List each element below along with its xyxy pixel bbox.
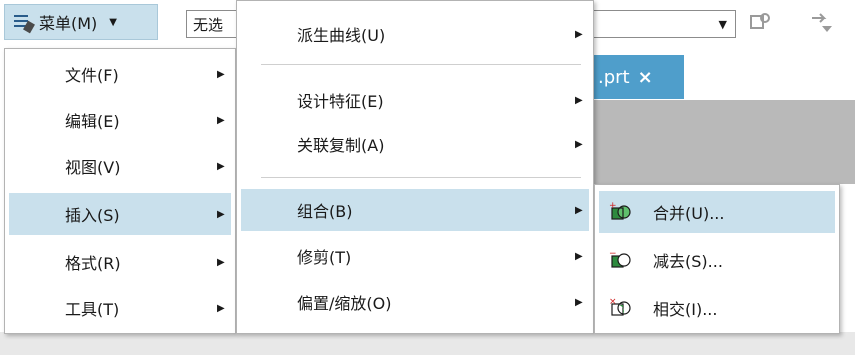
subtract-icon: −	[609, 249, 633, 273]
menu-item-label: 设计特征(E)	[297, 92, 384, 111]
submenu-arrow-icon: ▶	[217, 256, 225, 268]
menu-icon	[13, 12, 35, 34]
menu-item-file[interactable]: 文件(F) ▶	[9, 53, 231, 95]
submenu-arrow-icon: ▶	[217, 208, 225, 220]
menu-button-label: 菜单(M)	[39, 14, 98, 33]
svg-text:×: ×	[609, 297, 617, 307]
menu-item-offset-scale[interactable]: 偏置/缩放(O) ▶	[241, 281, 589, 323]
menu-item-unite[interactable]: + 合并(U)...	[599, 191, 835, 233]
menu-item-trim[interactable]: 修剪(T) ▶	[241, 235, 589, 277]
menu-item-label: 派生曲线(U)	[297, 26, 386, 45]
graphics-viewport[interactable]	[594, 100, 855, 184]
menu-item-insert[interactable]: 插入(S) ▶	[9, 193, 231, 235]
menu-item-derived-curve[interactable]: 派生曲线(U) ▶	[241, 13, 589, 55]
menu-item-label: 减去(S)...	[653, 252, 723, 271]
submenu-arrow-icon: ▶	[575, 94, 583, 106]
svg-text:−: −	[609, 249, 617, 259]
filter-arrow-icon[interactable]	[808, 10, 834, 34]
menu-separator	[261, 177, 581, 178]
menu-item-label: 插入(S)	[65, 206, 120, 225]
menu-item-format[interactable]: 格式(R) ▶	[9, 241, 231, 283]
selection-scope-dropdown[interactable]: ▼	[594, 10, 736, 38]
document-tab[interactable]: .prt ×	[594, 55, 684, 99]
menu-item-label: 编辑(E)	[65, 112, 120, 131]
submenu-arrow-icon: ▶	[575, 28, 583, 40]
document-tab-label: .prt	[598, 66, 630, 88]
svg-text:+: +	[609, 201, 617, 211]
submenu-arrow-icon: ▶	[575, 296, 583, 308]
submenu-arrow-icon: ▶	[217, 68, 225, 80]
menu-item-label: 相交(I)...	[653, 300, 718, 319]
menu-item-design-feature[interactable]: 设计特征(E) ▶	[241, 79, 589, 121]
menu-item-label: 合并(U)...	[653, 204, 725, 223]
submenu-arrow-icon: ▶	[217, 160, 225, 172]
menu-item-label: 偏置/缩放(O)	[297, 294, 392, 313]
menu-item-subtract[interactable]: − 减去(S)...	[599, 239, 835, 281]
menu-button[interactable]: 菜单(M) ▼	[4, 4, 158, 40]
intersect-icon: ×	[609, 297, 633, 321]
menu-item-label: 关联复制(A)	[297, 136, 385, 155]
submenu-arrow-icon: ▶	[575, 204, 583, 216]
insert-submenu: 派生曲线(U) ▶ 设计特征(E) ▶ 关联复制(A) ▶ 组合(B) ▶ 修剪…	[236, 0, 594, 334]
status-bar	[0, 332, 855, 355]
menu-item-label: 格式(R)	[65, 254, 121, 273]
caret-down-icon: ▼	[109, 16, 117, 28]
close-icon[interactable]: ×	[638, 67, 653, 88]
menu-item-intersect[interactable]: × 相交(I)...	[599, 287, 835, 329]
menu-item-combine[interactable]: 组合(B) ▶	[241, 189, 589, 231]
unite-icon: +	[609, 201, 633, 225]
submenu-arrow-icon: ▶	[217, 302, 225, 314]
menu-item-tools[interactable]: 工具(T) ▶	[9, 287, 231, 329]
submenu-arrow-icon: ▶	[575, 250, 583, 262]
selection-filter-value: 无选	[193, 16, 224, 34]
menu-item-label: 修剪(T)	[297, 248, 352, 267]
menu-item-label: 工具(T)	[65, 300, 120, 319]
menu-item-view[interactable]: 视图(V) ▶	[9, 145, 231, 187]
submenu-arrow-icon: ▶	[217, 114, 225, 126]
combine-submenu: + 合并(U)... − 减去(S)... × 相交(I)...	[594, 184, 840, 334]
menu-item-edit[interactable]: 编辑(E) ▶	[9, 99, 231, 141]
dropdown-arrow-icon: ▼	[718, 18, 727, 31]
submenu-arrow-icon: ▶	[575, 138, 583, 150]
menu-item-label: 视图(V)	[65, 158, 121, 177]
menu-item-associative-copy[interactable]: 关联复制(A) ▶	[241, 123, 589, 165]
menu-item-label: 组合(B)	[297, 202, 353, 221]
menu-item-label: 文件(F)	[65, 66, 119, 85]
main-menu: 文件(F) ▶ 编辑(E) ▶ 视图(V) ▶ 插入(S) ▶ 格式(R) ▶ …	[4, 48, 236, 334]
snap-settings-icon[interactable]	[748, 10, 772, 34]
menu-separator	[261, 64, 581, 65]
